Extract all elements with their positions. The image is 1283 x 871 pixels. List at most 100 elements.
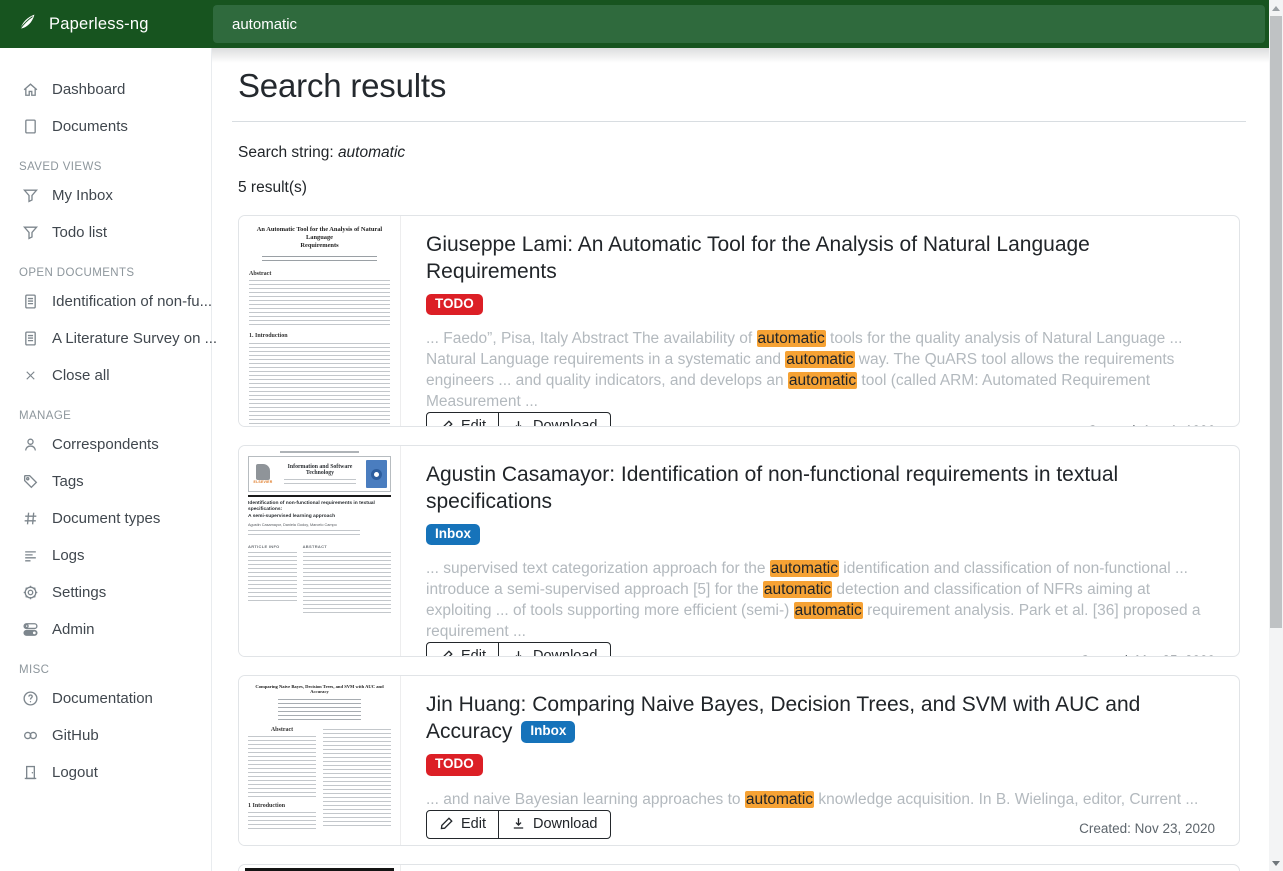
global-search-input[interactable] bbox=[213, 5, 1265, 43]
filter-icon bbox=[22, 187, 39, 204]
sidebar-item-correspondents[interactable]: Correspondents bbox=[0, 426, 211, 463]
journal-cover bbox=[366, 460, 387, 488]
toggles-icon bbox=[22, 621, 39, 638]
result-card: An Automatic Tool for the Analysis of Na… bbox=[238, 215, 1240, 427]
pencil-icon bbox=[439, 649, 454, 657]
close-icon bbox=[22, 367, 39, 384]
download-icon bbox=[511, 419, 526, 427]
result-title: Jin Huang: Comparing Naive Bayes, Decisi… bbox=[426, 691, 1215, 746]
result-card: Comparing Naive Bayes, Decision Trees, a… bbox=[238, 675, 1240, 846]
pencil-icon bbox=[439, 816, 454, 831]
search-string-line: Search string: automatic bbox=[238, 144, 1240, 162]
feather-logo-icon bbox=[17, 11, 38, 37]
sidebar-item-github[interactable]: GitHub bbox=[0, 717, 211, 754]
file-text-icon bbox=[22, 330, 39, 347]
result-title: Giuseppe Lami: An Automatic Tool for the… bbox=[426, 231, 1215, 286]
search-highlight: automatic bbox=[745, 791, 814, 808]
documents-icon bbox=[22, 118, 39, 135]
edit-button[interactable]: Edit bbox=[426, 642, 499, 657]
download-icon bbox=[511, 816, 526, 831]
sidebar-heading-saved-views: SAVED VIEWS bbox=[19, 161, 211, 173]
document-thumbnail[interactable]: Comparing Naive Bayes, Decision Trees, a… bbox=[239, 676, 401, 845]
sidebar-item-close-all[interactable]: Close all bbox=[0, 357, 211, 394]
pencil-icon bbox=[439, 419, 454, 427]
download-button[interactable]: Download bbox=[498, 642, 611, 657]
tag-badge-todo[interactable]: TODO bbox=[426, 294, 483, 316]
document-thumbnail[interactable] bbox=[239, 865, 401, 871]
tag-badge-inbox[interactable]: Inbox bbox=[426, 524, 480, 546]
document-thumbnail[interactable]: ELSEVIER Information and Software Techno… bbox=[239, 446, 401, 656]
created-date: Created: Aug 1, 1996 bbox=[1087, 423, 1215, 427]
sidebar-item-documents[interactable]: Documents bbox=[0, 108, 211, 145]
sidebar-item-open-doc-1[interactable]: Identification of non-fu... bbox=[0, 283, 211, 320]
created-date: Created: Mar 25, 2009 bbox=[1080, 653, 1215, 657]
file-text-icon bbox=[22, 293, 39, 310]
sidebar-heading-manage: MANAGE bbox=[19, 410, 211, 422]
search-highlight: automatic bbox=[785, 351, 854, 368]
result-actions: Edit Download bbox=[426, 412, 611, 427]
app-title: Paperless-ng bbox=[49, 15, 149, 34]
download-icon bbox=[511, 649, 526, 657]
filter-icon bbox=[22, 224, 39, 241]
thumbnail-authors bbox=[262, 256, 378, 264]
title-divider bbox=[232, 121, 1246, 122]
link-icon bbox=[22, 727, 39, 744]
elsevier-logo: ELSEVIER bbox=[252, 464, 274, 484]
sidebar-item-todo-list[interactable]: Todo list bbox=[0, 214, 211, 251]
edit-button[interactable]: Edit bbox=[426, 810, 499, 839]
logs-icon bbox=[22, 547, 39, 564]
sidebar-item-admin[interactable]: Admin bbox=[0, 611, 211, 648]
sidebar-item-my-inbox[interactable]: My Inbox bbox=[0, 177, 211, 214]
main-content: Search results Search string: automatic … bbox=[213, 48, 1269, 871]
result-actions: Edit Download bbox=[426, 642, 611, 657]
sidebar: Dashboard Documents SAVED VIEWS My Inbox… bbox=[0, 48, 212, 871]
result-snippet: ... supervised text categorization appro… bbox=[426, 558, 1215, 642]
sidebar-item-logs[interactable]: Logs bbox=[0, 537, 211, 574]
dashboard-icon bbox=[22, 81, 39, 98]
sidebar-item-open-doc-2[interactable]: A Literature Survey on ... bbox=[0, 320, 211, 357]
search-highlight: automatic bbox=[770, 560, 839, 577]
document-thumbnail[interactable]: An Automatic Tool for the Analysis of Na… bbox=[239, 216, 401, 426]
sidebar-heading-misc: MISC bbox=[19, 664, 211, 676]
download-button[interactable]: Download bbox=[498, 412, 611, 427]
sidebar-item-documentation[interactable]: Documentation bbox=[0, 680, 211, 717]
edit-button[interactable]: Edit bbox=[426, 412, 499, 427]
sidebar-item-dashboard[interactable]: Dashboard bbox=[0, 71, 211, 108]
sidebar-item-tags[interactable]: Tags bbox=[0, 463, 211, 500]
door-icon bbox=[22, 764, 39, 781]
tag-icon bbox=[22, 473, 39, 490]
top-navbar: Paperless-ng bbox=[0, 0, 1269, 48]
scroll-up-arrow[interactable] bbox=[1269, 1, 1283, 15]
created-date: Created: Nov 23, 2020 bbox=[1079, 821, 1215, 839]
search-highlight: automatic bbox=[788, 372, 857, 389]
result-card-partial bbox=[238, 864, 1240, 871]
sidebar-heading-open-documents: OPEN DOCUMENTS bbox=[19, 267, 211, 279]
search-term: automatic bbox=[338, 144, 405, 161]
scrollbar-thumb[interactable] bbox=[1270, 16, 1282, 628]
sidebar-item-document-types[interactable]: Document types bbox=[0, 500, 211, 537]
result-title-link[interactable]: Giuseppe Lami: An Automatic Tool for the… bbox=[426, 233, 1090, 283]
vertical-scrollbar[interactable] bbox=[1269, 0, 1283, 871]
search-highlight: automatic bbox=[763, 581, 832, 598]
tag-badge-todo[interactable]: TODO bbox=[426, 754, 483, 776]
app-brand[interactable]: Paperless-ng bbox=[0, 11, 212, 37]
sidebar-item-settings[interactable]: Settings bbox=[0, 574, 211, 611]
result-card: ELSEVIER Information and Software Techno… bbox=[238, 445, 1240, 657]
page-title: Search results bbox=[238, 67, 1240, 105]
result-title-link[interactable]: Agustin Casamayor: Identification of non… bbox=[426, 463, 1118, 513]
hash-icon bbox=[22, 510, 39, 527]
result-snippet: ... Faedo”, Pisa, Italy Abstract The ava… bbox=[426, 328, 1215, 412]
person-icon bbox=[22, 436, 39, 453]
download-button[interactable]: Download bbox=[498, 810, 611, 839]
tag-badge-inbox[interactable]: Inbox bbox=[521, 721, 575, 743]
result-count: 5 result(s) bbox=[238, 179, 1240, 197]
sidebar-item-logout[interactable]: Logout bbox=[0, 754, 211, 791]
result-actions: Edit Download bbox=[426, 810, 611, 839]
scroll-down-arrow[interactable] bbox=[1269, 856, 1283, 870]
search-highlight: automatic bbox=[757, 330, 826, 347]
question-circle-icon bbox=[22, 690, 39, 707]
tag-row: Inbox bbox=[426, 524, 1215, 546]
gear-icon bbox=[22, 584, 39, 601]
result-title: Agustin Casamayor: Identification of non… bbox=[426, 461, 1215, 516]
search-highlight: automatic bbox=[794, 602, 863, 619]
